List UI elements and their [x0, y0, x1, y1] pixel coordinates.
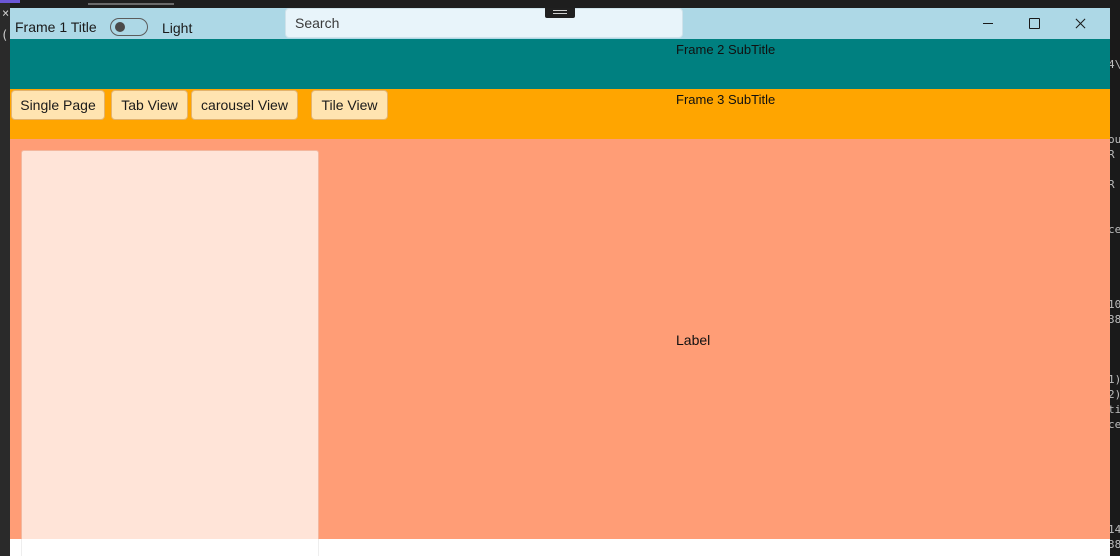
frame3-header: Single Page Tab View carousel View Tile …: [10, 89, 1110, 139]
search-input[interactable]: Search: [285, 8, 683, 38]
terminal-text: 14: [1110, 523, 1120, 536]
terminal-text: ou: [1110, 133, 1120, 146]
window-bottom-strip: [10, 539, 1110, 556]
single-page-button[interactable]: Single Page: [11, 90, 105, 120]
terminal-text: 2): [1110, 388, 1120, 401]
terminal-text: ti: [1110, 403, 1120, 416]
terminal-text: 1): [1110, 373, 1120, 386]
main-content: Label: [10, 139, 1110, 539]
frame2-subtitle: Frame 2 SubTitle: [676, 42, 776, 57]
background-tab-indicator: [88, 3, 174, 5]
theme-toggle-label: Light: [162, 20, 193, 36]
background-accent-bar: [0, 0, 20, 3]
terminal-text: ce: [1110, 223, 1120, 236]
frame1-title: Frame 1 Title: [15, 19, 97, 35]
frame3-subtitle: Frame 3 SubTitle: [676, 92, 776, 107]
background-terminal-left: × (: [0, 0, 10, 556]
carousel-view-button[interactable]: carousel View: [191, 90, 298, 120]
terminal-text: ce: [1110, 418, 1120, 431]
background-terminal-right: 4\ ou R R ce 10 38 1) 2) ti ce 14 38: [1110, 0, 1120, 556]
tile-view-button[interactable]: Tile View: [311, 90, 388, 120]
terminal-text: 10: [1110, 298, 1120, 311]
side-panel: [21, 150, 319, 539]
minimize-button[interactable]: [965, 8, 1011, 39]
content-label: Label: [676, 332, 711, 348]
drag-handle-icon[interactable]: [545, 8, 575, 18]
background-paren-glyph: (: [1, 28, 9, 42]
terminal-text: 4\: [1110, 58, 1120, 71]
side-panel-bottom: [21, 539, 319, 556]
terminal-text: R: [1110, 148, 1115, 161]
frame2-header: Frame 2 SubTitle: [10, 39, 1110, 89]
app-window: Frame 1 Title Light Search Frame 2 SubTi…: [10, 8, 1110, 539]
tab-view-button[interactable]: Tab View: [111, 90, 188, 120]
close-button[interactable]: [1057, 8, 1103, 39]
terminal-text: 38: [1110, 313, 1120, 326]
maximize-button[interactable]: [1011, 8, 1057, 39]
toggle-knob: [115, 22, 125, 32]
theme-toggle[interactable]: [110, 18, 148, 36]
background-close-glyph: ×: [2, 6, 10, 20]
terminal-text: 38: [1110, 538, 1120, 551]
terminal-text: R: [1110, 178, 1115, 191]
frame1-titlebar[interactable]: Frame 1 Title Light Search: [10, 8, 1110, 39]
